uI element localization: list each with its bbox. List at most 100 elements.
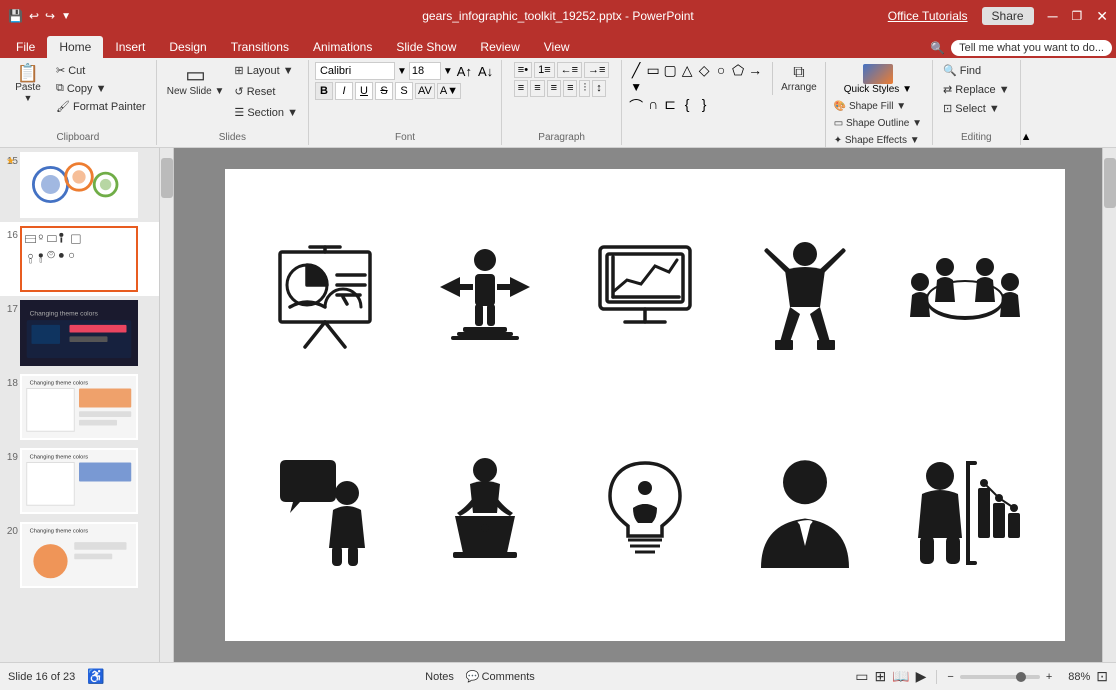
font-color-button[interactable]: A▼	[437, 83, 461, 99]
panel-scroll-thumb[interactable]	[161, 158, 173, 198]
numbering-button[interactable]: 1≡	[534, 62, 555, 78]
curve-shape[interactable]: ⌒	[628, 96, 644, 116]
customize-icon[interactable]: ▼	[61, 11, 71, 22]
slide-sorter-button[interactable]: ⊞	[874, 668, 886, 685]
window-title: gears_infographic_toolkit_19252.pptx - P…	[422, 9, 694, 23]
align-right-button[interactable]: ≡	[547, 80, 561, 97]
line-shape[interactable]: ╱	[628, 62, 644, 79]
rounded-rect-shape[interactable]: ▢	[662, 62, 678, 79]
zoom-slider[interactable]	[960, 675, 1040, 679]
font-family-dropdown[interactable]: ▼	[397, 66, 407, 77]
arrow-shape[interactable]: →	[747, 62, 763, 79]
section-button[interactable]: ☰ Section ▼	[230, 104, 302, 121]
select-button[interactable]: ⊡ Select ▼	[939, 100, 1004, 117]
increase-font-button[interactable]: A↑	[455, 63, 474, 80]
arrange-button[interactable]: ⧉ Arrange	[777, 62, 821, 95]
align-left-button[interactable]: ≡	[514, 80, 528, 97]
copy-button[interactable]: ⧉ Copy ▼	[52, 80, 150, 97]
zoom-in-button[interactable]: +	[1046, 671, 1052, 683]
tab-transitions[interactable]: Transitions	[219, 36, 301, 58]
zoom-out-button[interactable]: −	[947, 671, 953, 683]
help-search[interactable]: Tell me what you want to do...	[951, 40, 1112, 56]
slideshow-view-button[interactable]: ▶	[916, 668, 927, 685]
slide-thumb-16[interactable]: 16	[0, 222, 159, 296]
arc-shape[interactable]: ∩	[645, 96, 661, 116]
shadow-button[interactable]: S	[395, 82, 413, 100]
slide-thumb-15[interactable]: 15 ★	[0, 148, 159, 222]
circle-shape[interactable]: ○	[713, 62, 729, 79]
save-icon[interactable]: 💾	[8, 9, 23, 23]
office-tutorials-link[interactable]: Office Tutorials	[888, 9, 968, 23]
notes-button[interactable]: Notes	[425, 671, 454, 683]
increase-indent-button[interactable]: →≡	[584, 62, 609, 78]
canvas-vscrollbar[interactable]	[1102, 148, 1116, 662]
tab-insert[interactable]: Insert	[103, 36, 157, 58]
normal-view-button[interactable]: ▭	[855, 668, 868, 685]
close-button[interactable]: ✕	[1096, 8, 1108, 25]
align-center-button[interactable]: ≡	[530, 80, 544, 97]
rect-shape[interactable]: ▭	[645, 62, 661, 79]
bracket-shape[interactable]: {	[679, 96, 695, 116]
new-slide-button[interactable]: ▭ New Slide ▼	[163, 62, 229, 99]
underline-button[interactable]: U	[355, 82, 373, 100]
tab-slideshow[interactable]: Slide Show	[384, 36, 468, 58]
quick-styles-button[interactable]: Quick Styles ▼	[830, 62, 926, 97]
reset-button[interactable]: ↺ Reset	[230, 83, 302, 100]
layout-button[interactable]: ⊞ Layout ▼	[230, 62, 302, 79]
process-shape[interactable]: ⊏	[662, 96, 678, 116]
thumb-img-15	[20, 152, 138, 218]
tab-home[interactable]: Home	[47, 36, 103, 58]
diamond-shape[interactable]: ◇	[696, 62, 712, 79]
bold-button[interactable]: B	[315, 82, 333, 100]
shape-outline-button[interactable]: ▭ Shape Outline ▼	[830, 116, 926, 131]
paste-button[interactable]: 📋 Paste ▼	[6, 62, 50, 105]
pentagon-shape[interactable]: ⬠	[730, 62, 746, 79]
slide-thumb-20[interactable]: 20 Changing theme colors	[0, 518, 159, 592]
reading-view-button[interactable]: 📖	[892, 668, 909, 685]
slide-thumb-18[interactable]: 18 Changing theme colors	[0, 370, 159, 444]
brace-shape[interactable]: }	[696, 96, 712, 116]
ribbon-collapse-button[interactable]: ▲	[1021, 60, 1033, 145]
slide-thumb-17[interactable]: 17 Changing theme colors	[0, 296, 159, 370]
zoom-level[interactable]: 88%	[1058, 671, 1090, 683]
undo-icon[interactable]: ↩	[29, 9, 39, 23]
strikethrough-button[interactable]: S	[375, 82, 393, 100]
triangle-shape[interactable]: △	[679, 62, 695, 79]
more-shapes[interactable]: ▼	[628, 80, 644, 94]
decrease-indent-button[interactable]: ←≡	[557, 62, 582, 78]
char-spacing-button[interactable]: AV	[415, 83, 435, 99]
columns-button[interactable]: ⫶	[579, 80, 590, 97]
panel-scrollbar[interactable]	[160, 148, 174, 662]
canvas-vscroll-thumb[interactable]	[1104, 158, 1116, 208]
font-size-dropdown[interactable]: ▼	[443, 66, 453, 77]
ribbon-tab-bar: File Home Insert Design Transitions Anim…	[0, 32, 1116, 58]
minimize-button[interactable]: ─	[1048, 8, 1058, 24]
format-painter-button[interactable]: 🖌 Format Painter	[52, 98, 150, 115]
replace-button[interactable]: ⇄ Replace ▼	[939, 81, 1014, 98]
italic-button[interactable]: I	[335, 82, 353, 100]
zoom-thumb[interactable]	[1016, 672, 1026, 682]
cut-button[interactable]: ✂ Cut	[52, 62, 150, 79]
font-family-input[interactable]	[315, 62, 395, 80]
find-button[interactable]: 🔍 Find	[939, 62, 985, 79]
shape-effects-button[interactable]: ✦ Shape Effects ▼	[830, 133, 926, 148]
restore-button[interactable]: ❐	[1072, 9, 1083, 23]
font-size-input[interactable]	[409, 62, 441, 80]
tab-animations[interactable]: Animations	[301, 36, 384, 58]
justify-button[interactable]: ≡	[563, 80, 577, 97]
tab-design[interactable]: Design	[157, 36, 218, 58]
redo-icon[interactable]: ↪	[45, 9, 55, 23]
tab-view[interactable]: View	[532, 36, 582, 58]
comments-button[interactable]: 💬 Comments	[466, 670, 535, 683]
fit-slide-button[interactable]: ⊡	[1096, 668, 1108, 685]
tab-file[interactable]: File	[4, 36, 47, 58]
share-button[interactable]: Share	[982, 7, 1034, 25]
tab-review[interactable]: Review	[468, 36, 531, 58]
line-spacing-button[interactable]: ↕	[592, 80, 606, 97]
decrease-font-button[interactable]: A↓	[476, 63, 495, 80]
slide-thumb-19[interactable]: 19 Changing theme colors	[0, 444, 159, 518]
accessibility-icon[interactable]: ♿	[87, 668, 104, 685]
bullets-button[interactable]: ≡•	[514, 62, 532, 78]
shape-fill-button[interactable]: 🎨 Shape Fill ▼	[830, 99, 926, 114]
svg-text:Changing theme colors: Changing theme colors	[30, 529, 89, 535]
